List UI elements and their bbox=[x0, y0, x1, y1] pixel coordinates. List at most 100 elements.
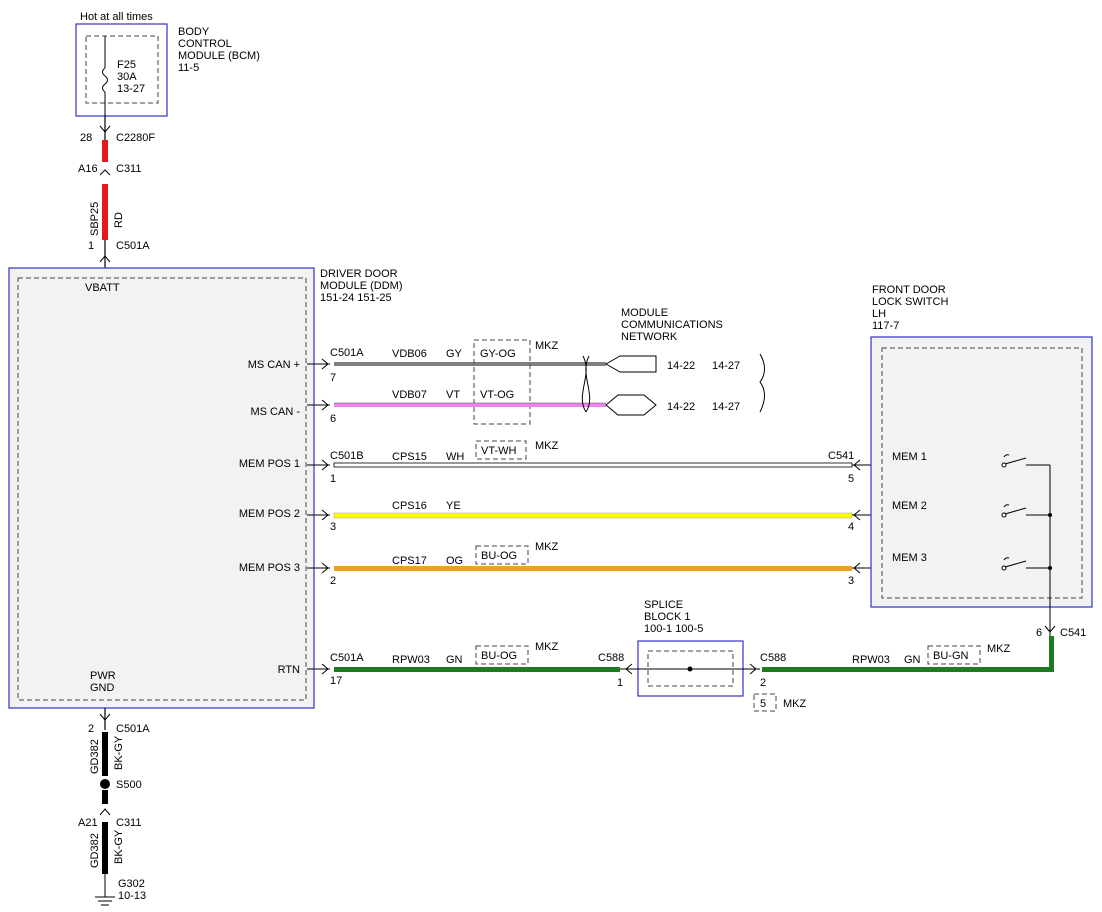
rtn-splice-pin: 1 bbox=[617, 677, 623, 689]
mem1-mkz: MKZ bbox=[535, 440, 559, 452]
pin-1-label: 1 bbox=[88, 240, 94, 252]
can-minus-alt-color: VT-OG bbox=[480, 389, 514, 401]
brace-icon bbox=[759, 353, 765, 413]
gray-wire bbox=[334, 362, 606, 366]
rtn-mkz: MKZ bbox=[535, 641, 559, 653]
mem1-right-pin: 5 bbox=[848, 473, 854, 485]
gnd-circuit-2: GD382 bbox=[89, 833, 101, 868]
gnd-circuit-1: GD382 bbox=[89, 739, 101, 774]
switch-label-2: LOCK SWITCH bbox=[872, 296, 948, 308]
mem3-right-pin: 3 bbox=[848, 575, 854, 587]
rtn-circuit: RPW03 bbox=[392, 654, 430, 666]
mem1-switch-label: MEM 1 bbox=[892, 451, 927, 463]
mem3-circuit: CPS17 bbox=[392, 555, 427, 567]
switch-box bbox=[870, 336, 1093, 608]
switch-pin-6: 6 bbox=[1036, 627, 1042, 639]
mem-pos-1-label: MEM POS 1 bbox=[239, 458, 300, 470]
mem2-pin: 3 bbox=[330, 521, 336, 533]
can-plus-color: GY bbox=[446, 348, 463, 360]
ms-can-plus-label: MS CAN + bbox=[248, 359, 300, 371]
ground-circuit: 2 C501A GD382 BK-GY S500 A21 C311 GD382 … bbox=[78, 708, 150, 906]
hot-at-all-times-label: Hot at all times bbox=[80, 11, 153, 23]
net-label-3: NETWORK bbox=[621, 331, 678, 343]
can-plus-pin: 7 bbox=[330, 372, 336, 384]
yellow-wire bbox=[333, 512, 853, 519]
can-plus-circuit: VDB06 bbox=[392, 348, 427, 360]
violet-wire bbox=[334, 403, 606, 407]
connector-chevron-icon bbox=[99, 169, 111, 176]
mem-pos-3-label: MEM POS 3 bbox=[239, 562, 300, 574]
fuse-ref: 13-27 bbox=[117, 83, 145, 95]
mem2-switch-label: MEM 2 bbox=[892, 500, 927, 512]
black-wire-segment-2 bbox=[102, 790, 108, 804]
c2280f-label: C2280F bbox=[116, 132, 155, 144]
ground-ref-label: 10-13 bbox=[118, 890, 146, 902]
gnd-color-1: BK-GY bbox=[113, 735, 125, 770]
mem-pos-2-label: MEM POS 2 bbox=[239, 508, 300, 520]
vbatt-label: VBATT bbox=[85, 282, 120, 294]
can-plus-alt-color: GY-OG bbox=[480, 348, 516, 360]
net-label-1: MODULE bbox=[621, 307, 668, 319]
c501a-feed-label: C501A bbox=[116, 240, 150, 252]
fuse-id: F25 bbox=[117, 59, 136, 71]
gnd-a21: A21 bbox=[78, 817, 98, 829]
ms-can-circuits: C501A 7 VDB06 GY GY-OG MKZ 6 VDB07 VT VT… bbox=[307, 307, 765, 425]
rtn-c588-left: C588 bbox=[598, 652, 624, 664]
switch-c541: C541 bbox=[1060, 627, 1086, 639]
bcm-label-2: CONTROL bbox=[178, 38, 232, 50]
net-label-2: COMMUNICATIONS bbox=[621, 319, 723, 331]
s500-splice-node bbox=[100, 779, 110, 789]
mem1-right-connector: C541 bbox=[828, 450, 854, 462]
mem1-pin: 1 bbox=[330, 473, 336, 485]
gnd-pin-2: 2 bbox=[88, 723, 94, 735]
splice-label-3: 100-1 100-5 bbox=[644, 623, 703, 635]
wiring-diagram: Hot at all times BODY CONTROL MODULE (BC… bbox=[8, 11, 1093, 906]
g302-label: G302 bbox=[118, 878, 145, 890]
black-wire-segment-3 bbox=[102, 822, 108, 874]
mem2-color: YE bbox=[446, 500, 461, 512]
network-arrow-top-icon bbox=[604, 355, 657, 373]
splice-label-1: SPLICE bbox=[644, 599, 683, 611]
connector-chevron-icon bbox=[99, 808, 111, 816]
rtn-pin: 17 bbox=[330, 675, 342, 687]
green-wire-right bbox=[762, 667, 1054, 672]
mem3-alt-color: BU-OG bbox=[481, 550, 517, 562]
net-ref-2a: 14-22 bbox=[667, 401, 695, 413]
splice-node bbox=[687, 666, 693, 672]
ddm-label-2: MODULE (DDM) bbox=[320, 280, 403, 292]
green-wire-left bbox=[334, 667, 620, 672]
mem1-color: WH bbox=[446, 451, 464, 463]
mem3-color: OG bbox=[446, 555, 463, 567]
can-minus-pin: 6 bbox=[330, 413, 336, 425]
s500-label: S500 bbox=[116, 779, 142, 791]
a16-label: A16 bbox=[78, 163, 98, 175]
can-minus-color: VT bbox=[446, 389, 460, 401]
bcm-label-3: MODULE (BCM) bbox=[178, 50, 260, 62]
return-circuit: C501A 17 RPW03 GN BU-OG MKZ C588 1 SPLIC… bbox=[307, 599, 1054, 712]
switch-label-4: 117-7 bbox=[872, 320, 899, 332]
pwr-label: PWR bbox=[90, 670, 116, 682]
switch-label-3: LH bbox=[872, 308, 886, 320]
can-minus-circuit: VDB07 bbox=[392, 389, 427, 401]
splice-label-2: BLOCK 1 bbox=[644, 611, 690, 623]
net-ref-1b: 14-27 bbox=[712, 360, 740, 372]
sbp25-circuit-label: SBP25 bbox=[89, 202, 101, 236]
can-mkz-label: MKZ bbox=[535, 340, 559, 352]
gnd-color-2: BK-GY bbox=[113, 829, 125, 864]
gnd-c501a: C501A bbox=[116, 723, 150, 735]
c311-label: C311 bbox=[116, 163, 141, 175]
rtn-label: RTN bbox=[278, 664, 300, 676]
gnd-c311: C311 bbox=[116, 817, 141, 829]
rtn2-five: 5 bbox=[760, 698, 766, 710]
rtn2-c588: C588 bbox=[760, 652, 786, 664]
white-wire bbox=[333, 462, 853, 468]
rtn2-alt-color: BU-GN bbox=[933, 650, 969, 662]
can-plus-connector: C501A bbox=[330, 347, 364, 359]
pin-28-label: 28 bbox=[80, 132, 92, 144]
mem2-circuit: CPS16 bbox=[392, 500, 427, 512]
red-wire-segment-1 bbox=[102, 140, 108, 162]
mem1-circuit: CPS15 bbox=[392, 451, 427, 463]
body-control-module: Hot at all times BODY CONTROL MODULE (BC… bbox=[75, 11, 260, 117]
bcm-label-4: 11-5 bbox=[178, 62, 199, 74]
net-ref-1a: 14-22 bbox=[667, 360, 695, 372]
